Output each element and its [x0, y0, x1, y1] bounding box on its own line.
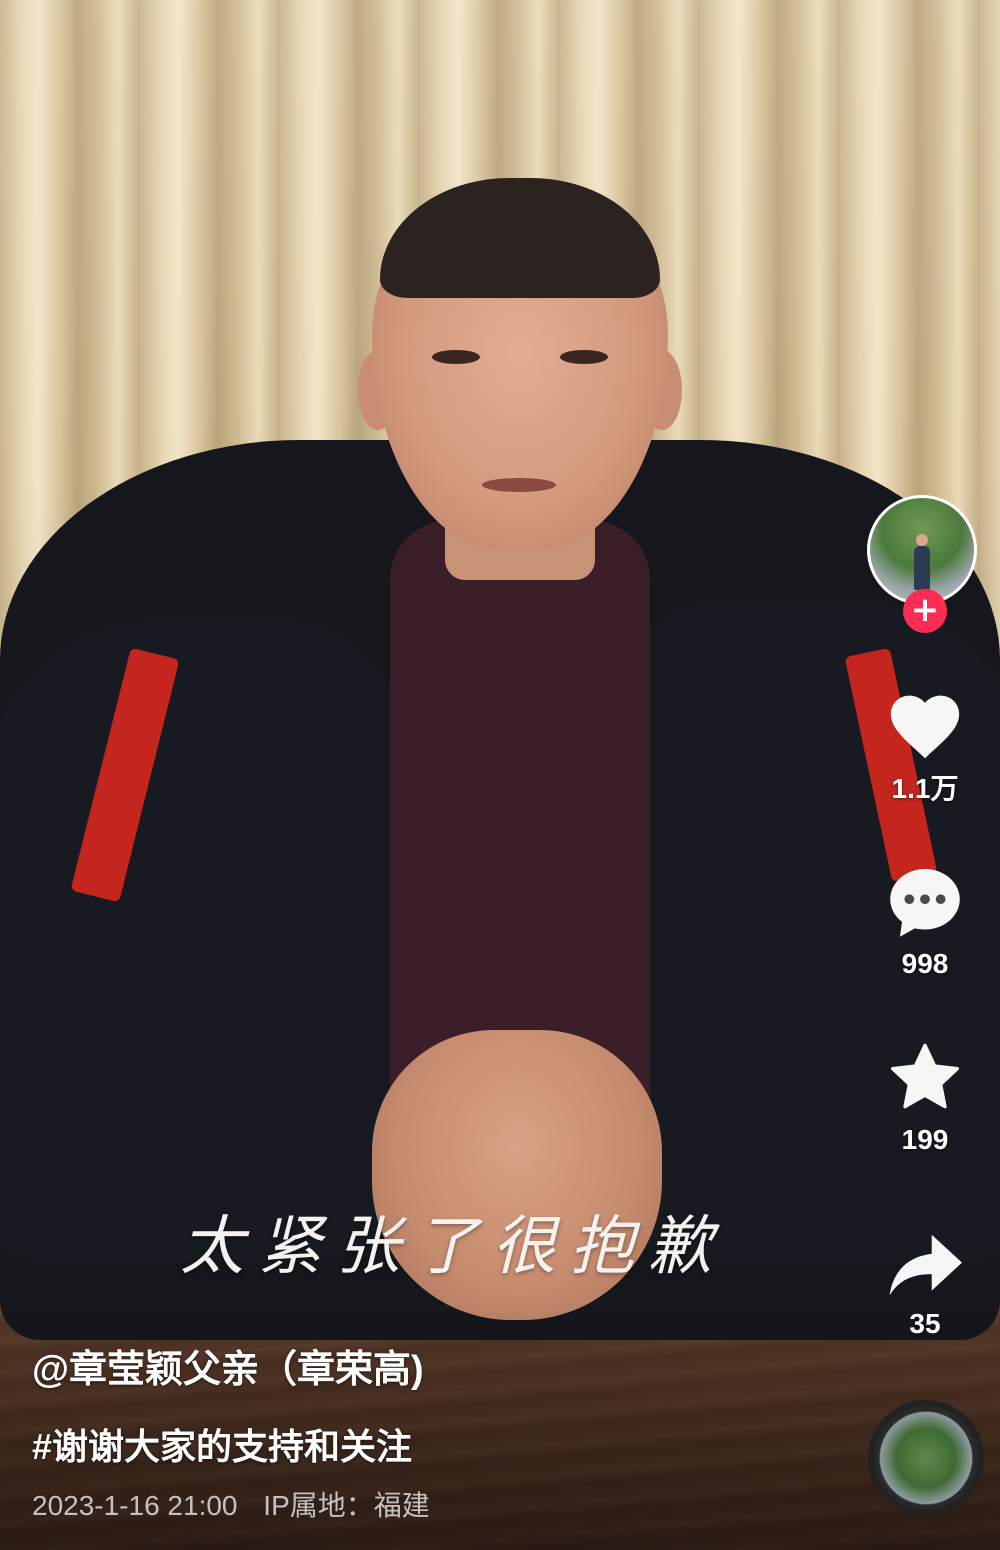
favorite-count: 199 [901, 1124, 949, 1155]
follow-button[interactable]: + [903, 589, 947, 633]
comment-bubble-icon [890, 868, 960, 937]
video-player[interactable]: 太紧张了很抱歉 + 1.1万 998 199 35 @章莹颖父亲（章荣高) #谢… [0, 0, 1000, 1550]
video-person-mouth [482, 478, 556, 492]
author-name[interactable]: @章莹颖父亲（章荣高) [32, 1338, 424, 1393]
like-button[interactable]: 1.1万 [862, 685, 988, 807]
video-person-eye [560, 350, 608, 364]
avatar-figure-head [916, 534, 928, 546]
video-person-eye [432, 350, 480, 364]
share-button[interactable]: 35 [862, 1228, 988, 1340]
comment-button[interactable]: 998 [862, 862, 988, 980]
avatar-figure-body [914, 546, 930, 590]
comment-count: 998 [901, 948, 949, 979]
video-person-left-arm [0, 620, 400, 1260]
like-count: 1.1万 [891, 773, 959, 804]
heart-icon [890, 695, 960, 759]
share-count: 35 [909, 1308, 941, 1339]
ip-location: IP属地：福建 [263, 1490, 430, 1521]
star-icon [891, 1043, 959, 1109]
hashtag-link[interactable]: #谢谢大家的支持和关注 [32, 1418, 412, 1470]
post-date: 2023-1-16 21:00 [32, 1490, 238, 1521]
author-avatar[interactable]: + [867, 495, 977, 633]
music-disc[interactable] [868, 1400, 984, 1516]
post-meta: 2023-1-16 21:00 IP属地：福建 [32, 1484, 448, 1524]
share-arrow-icon [889, 1234, 962, 1296]
favorite-button[interactable]: 199 [862, 1038, 988, 1156]
video-subtitle: 太紧张了很抱歉 [180, 1210, 726, 1284]
